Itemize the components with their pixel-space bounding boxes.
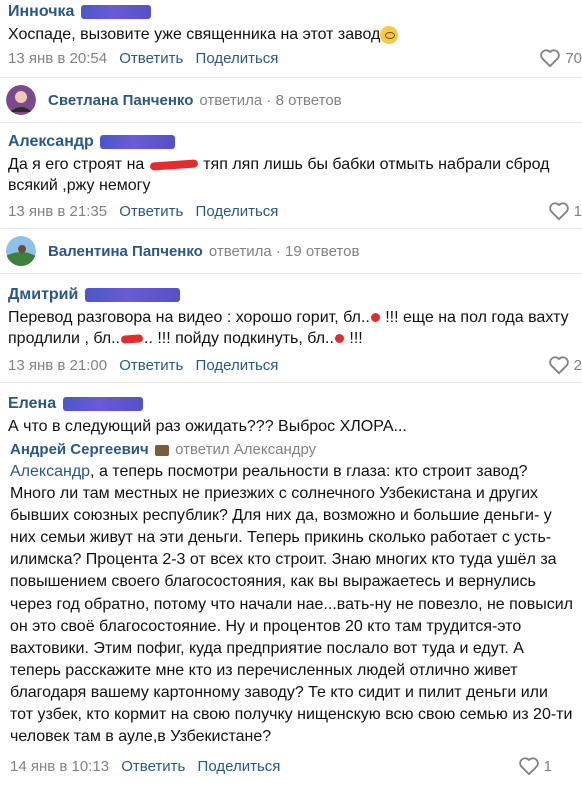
redaction-mark <box>84 287 180 302</box>
reply-verb: ответила <box>208 242 272 260</box>
comment-author[interactable]: Инночка <box>8 3 151 21</box>
comment-meta: 13 янв в 21:00 Ответить Поделиться <box>8 357 286 374</box>
reply-author-name[interactable]: Андрей Сергеевич <box>10 441 149 458</box>
share-button[interactable]: Поделиться <box>196 50 279 67</box>
censor-dot <box>334 334 344 344</box>
reply-text-body: , а теперь посмотри реальности в глаза: … <box>10 463 573 746</box>
comment-author[interactable]: Дмитрий <box>8 286 180 304</box>
like-button[interactable]: 70 <box>539 48 582 68</box>
censor-scribble <box>120 334 144 344</box>
comment-author[interactable]: Елена <box>8 395 143 413</box>
shocked-emoji-icon <box>380 25 399 44</box>
like-count: 1 <box>543 757 552 775</box>
reply-info: ответила · 8 ответов <box>199 91 342 109</box>
like-button[interactable]: 2 <box>548 355 582 375</box>
comment-date[interactable]: 13 янв в 20:54 <box>8 50 107 67</box>
censor-dot <box>370 313 380 323</box>
reply-count[interactable]: 19 ответов <box>285 243 359 260</box>
reply-text: Александр, а теперь посмотри реальности … <box>10 461 575 748</box>
reply-author-name[interactable]: Валентина Папченко <box>48 243 203 260</box>
reply-author-name[interactable]: Светлана Панченко <box>48 92 193 109</box>
comment-date[interactable]: 13 янв в 21:00 <box>8 357 107 374</box>
author-name[interactable]: Дмитрий <box>8 286 78 303</box>
author-name[interactable]: Александр <box>8 133 94 150</box>
avatar[interactable] <box>6 236 36 266</box>
comment-text: А что в следующий раз ожидать??? Выброс … <box>8 418 407 435</box>
reply-count[interactable]: 8 ответов <box>276 92 342 109</box>
divider <box>0 122 582 123</box>
reply-button[interactable]: Ответить <box>119 203 183 220</box>
divider <box>0 273 582 274</box>
reply-button[interactable]: Ответить <box>119 50 183 67</box>
comment-text-part: !!! <box>344 330 363 347</box>
redaction-mark <box>80 4 151 19</box>
replies-thread-link[interactable]: Светлана Панченко ответила · 8 ответов <box>0 78 582 122</box>
comment-text: Да я его строят на тяп ляп лишь бы бабки… <box>8 154 578 196</box>
heart-icon <box>518 757 539 776</box>
share-button[interactable]: Поделиться <box>196 203 279 220</box>
like-button[interactable]: 1 <box>548 201 582 221</box>
comment-meta: 13 янв в 20:54 Ответить Поделиться <box>8 50 286 67</box>
heart-icon <box>548 202 569 221</box>
divider <box>0 382 582 383</box>
censor-scribble <box>149 159 198 171</box>
like-count: 2 <box>573 356 582 374</box>
avatar[interactable] <box>6 85 36 115</box>
share-button[interactable]: Поделиться <box>198 758 281 775</box>
like-count: 70 <box>565 49 582 67</box>
briefcase-icon <box>154 444 169 456</box>
comment-text: Хоспаде, вызовите уже священника на этот… <box>8 24 578 45</box>
share-button[interactable]: Поделиться <box>196 357 279 374</box>
author-name[interactable]: Елена <box>8 395 56 412</box>
reply-info: ответила · 19 ответов <box>208 242 360 260</box>
comment-date[interactable]: 13 янв в 21:35 <box>8 203 107 220</box>
comment-author[interactable]: Александр <box>8 133 176 151</box>
comment-text-part: .. !!! пойду подкинуть, бл.. <box>144 330 334 347</box>
reply-button[interactable]: Ответить <box>119 357 183 374</box>
mention-link[interactable]: Александр <box>10 463 90 480</box>
replied-to[interactable]: ответил Александру <box>175 441 316 458</box>
reply-button[interactable]: Ответить <box>121 758 185 775</box>
reply-verb: ответила <box>199 91 263 109</box>
heart-icon <box>540 49 561 68</box>
redaction-mark <box>100 134 176 149</box>
comment-text: Перевод разговора на видео : хорошо гори… <box>8 307 578 349</box>
redaction-mark <box>62 396 143 411</box>
heart-icon <box>548 356 569 375</box>
comment-text-part: Да я его строят на <box>8 156 149 173</box>
comment-meta: 14 янв в 10:13 Ответить Поделиться <box>10 758 288 775</box>
comment-meta: 13 янв в 21:35 Ответить Поделиться <box>8 203 286 220</box>
author-name[interactable]: Инночка <box>8 3 74 20</box>
like-button[interactable]: 1 <box>518 756 552 776</box>
like-count: 1 <box>573 202 582 220</box>
reply-header: Андрей Сергеевич ответил Александру <box>10 441 316 458</box>
comment-date[interactable]: 14 янв в 10:13 <box>10 758 109 775</box>
replies-thread-link[interactable]: Валентина Папченко ответила · 19 ответов <box>0 229 582 273</box>
comment-text-body: Хоспаде, вызовите уже священника на этот… <box>8 26 381 43</box>
comment-text-part: Перевод разговора на видео : хорошо гори… <box>8 309 370 326</box>
